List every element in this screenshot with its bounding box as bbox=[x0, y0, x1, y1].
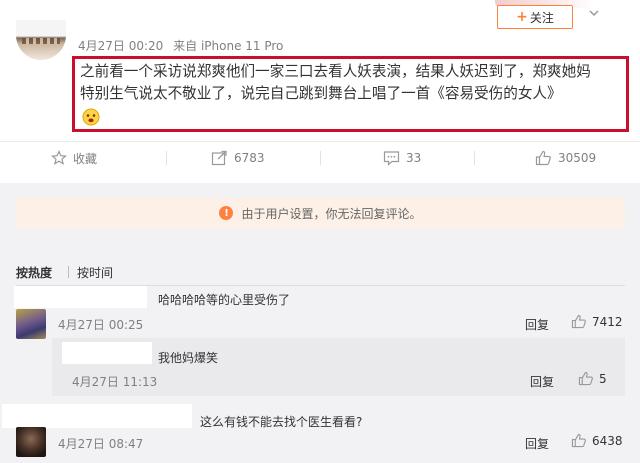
smile-face-icon bbox=[82, 108, 100, 126]
thumbs-up-icon bbox=[571, 314, 586, 329]
post-date[interactable]: 4月27日 00:20 bbox=[78, 39, 163, 53]
comment-button[interactable]: 33 bbox=[383, 142, 421, 174]
comment-like-count: 6438 bbox=[592, 433, 623, 448]
comment-time: 4月27日 00:25 bbox=[58, 318, 144, 332]
forward-count: 6783 bbox=[234, 151, 265, 165]
reply-button[interactable]: 回复 bbox=[525, 435, 549, 452]
comment-time: 4月27日 08:47 bbox=[58, 437, 144, 451]
comment-like-count: 7412 bbox=[592, 314, 623, 329]
username-redacted bbox=[2, 404, 192, 428]
post-content-line-1: 之前看一个采访说郑爽他们一家三口去看人妖表演，结果人妖迟到了，郑爽她妈 bbox=[80, 63, 591, 80]
comment-text: 哈哈哈哈等的心里受伤了 bbox=[158, 293, 291, 307]
warning-icon: ! bbox=[219, 206, 234, 220]
reply-button[interactable]: 回复 bbox=[525, 316, 549, 333]
favorite-label: 收藏 bbox=[73, 151, 98, 166]
username-redacted bbox=[62, 342, 152, 364]
favorite-button[interactable]: 收藏 bbox=[51, 142, 97, 174]
comment-like-button[interactable]: 7412 bbox=[571, 314, 623, 329]
comment-count: 33 bbox=[406, 151, 422, 165]
reply-disabled-notice: ! 由于用户设置，你无法回复评论。 bbox=[16, 198, 625, 228]
divider bbox=[474, 151, 475, 165]
reply-button[interactable]: 回复 bbox=[530, 373, 554, 390]
follow-label: 关注 bbox=[529, 10, 554, 25]
post-meta: 4月27日 00:20 来自 iPhone 11 Pro bbox=[78, 37, 283, 54]
thumbs-up-icon bbox=[571, 433, 586, 448]
post-content: 之前看一个采访说郑爽他们一家三口去看人妖表演，结果人妖迟到了，郑爽她妈 特别生气… bbox=[80, 61, 625, 105]
notice-text: 由于用户设置，你无法回复评论。 bbox=[241, 206, 422, 221]
comment-like-button[interactable]: 6438 bbox=[571, 433, 623, 448]
post-source: 来自 iPhone 11 Pro bbox=[173, 39, 284, 53]
commenter-avatar[interactable] bbox=[16, 427, 46, 457]
divider bbox=[166, 151, 167, 165]
comment-icon bbox=[383, 151, 400, 166]
plus-icon: + bbox=[516, 9, 528, 25]
username-redacted bbox=[14, 286, 147, 308]
sort-by-hot-tab[interactable]: 按热度 bbox=[16, 264, 52, 281]
reply-text: 我他妈爆笑 bbox=[158, 351, 219, 365]
like-button[interactable]: 30509 bbox=[535, 142, 596, 174]
chevron-down-icon[interactable] bbox=[588, 7, 600, 19]
star-icon bbox=[51, 150, 67, 165]
forward-button[interactable]: 6783 bbox=[211, 142, 265, 174]
share-icon bbox=[211, 150, 227, 166]
reply-like-count: 5 bbox=[599, 371, 607, 386]
reply-time: 4月27日 11:13 bbox=[72, 375, 158, 389]
reply-like-button[interactable]: 5 bbox=[578, 371, 607, 386]
divider bbox=[320, 151, 321, 165]
comment-text: 这么有钱不能去找个医生看看? bbox=[200, 415, 363, 429]
post-content-line-2: 特别生气说太不敬业了，说完自己跳到舞台上唱了一首《容易受伤的女人》 bbox=[80, 85, 562, 102]
divider bbox=[68, 266, 69, 278]
thumbs-up-icon bbox=[578, 371, 593, 386]
commenter-avatar[interactable] bbox=[16, 309, 46, 339]
like-count: 30509 bbox=[558, 151, 597, 165]
sort-by-time-tab[interactable]: 按时间 bbox=[77, 264, 113, 281]
author-avatar[interactable] bbox=[16, 20, 66, 60]
thumbs-up-icon bbox=[535, 150, 551, 166]
follow-button[interactable]: + 关注 bbox=[497, 5, 573, 29]
